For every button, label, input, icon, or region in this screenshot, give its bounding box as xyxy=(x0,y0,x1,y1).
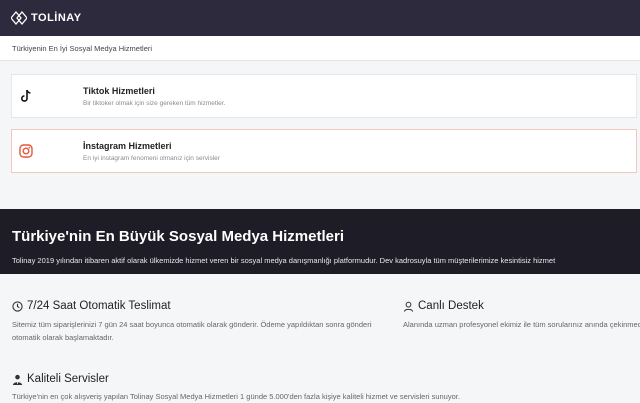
feature-quality: Kaliteli Servisler Türkiye'nin en çok al… xyxy=(12,373,640,403)
service-card-instagram[interactable]: İnstagram Hizmetleri En iyi instagram fe… xyxy=(11,129,637,173)
service-title: İnstagram Hizmetleri xyxy=(83,141,172,151)
clock-icon xyxy=(12,300,23,312)
service-title: Tiktok Hizmetleri xyxy=(83,86,155,96)
feature-text: Sitemiz tüm siparişlerinizi 7 gün 24 saa… xyxy=(12,320,372,342)
feature-text: Türkiye'nin en çok alışveriş yapılan Tol… xyxy=(12,392,460,401)
service-description: En iyi instagram fenomeni olmanız için s… xyxy=(83,155,220,162)
user-support-icon xyxy=(403,301,414,312)
site-logo[interactable]: TOLİNAY xyxy=(11,10,82,26)
feature-text: Alanında uzman profesyonel ekimiz ile tü… xyxy=(403,320,640,329)
service-card-tiktok[interactable]: Tiktok Hizmetleri Bir tiktoker olmak içi… xyxy=(11,74,637,118)
tiktok-icon xyxy=(18,88,34,104)
diamond-logo-icon xyxy=(11,10,27,26)
user-tie-icon xyxy=(12,374,23,385)
feature-title: Kaliteli Servisler xyxy=(27,373,109,385)
service-description: Bir tiktoker olmak için size gereken tüm… xyxy=(83,100,226,107)
top-navbar: TOLİNAY xyxy=(0,0,640,36)
breadcrumb-bar: Türkiyenin En İyi Sosyal Medya Hizmetler… xyxy=(0,36,640,61)
hero-banner: Türkiye'nin En Büyük Sosyal Medya Hizmet… xyxy=(0,209,640,274)
feature-title: Canlı Destek xyxy=(418,300,484,312)
hero-title: Türkiye'nin En Büyük Sosyal Medya Hizmet… xyxy=(12,228,344,245)
hero-description: Tolinay 2019 yılından itibaren aktif ola… xyxy=(12,256,556,265)
instagram-icon xyxy=(18,143,34,159)
logo-text: TOLİNAY xyxy=(31,12,82,24)
feature-title: 7/24 Saat Otomatik Teslimat xyxy=(27,300,171,312)
feature-support: Canlı Destek Alanında uzman profesyonel … xyxy=(403,300,640,331)
breadcrumb: Türkiyenin En İyi Sosyal Medya Hizmetler… xyxy=(12,43,153,53)
feature-delivery: 7/24 Saat Otomatik Teslimat Sitemiz tüm … xyxy=(12,300,372,344)
